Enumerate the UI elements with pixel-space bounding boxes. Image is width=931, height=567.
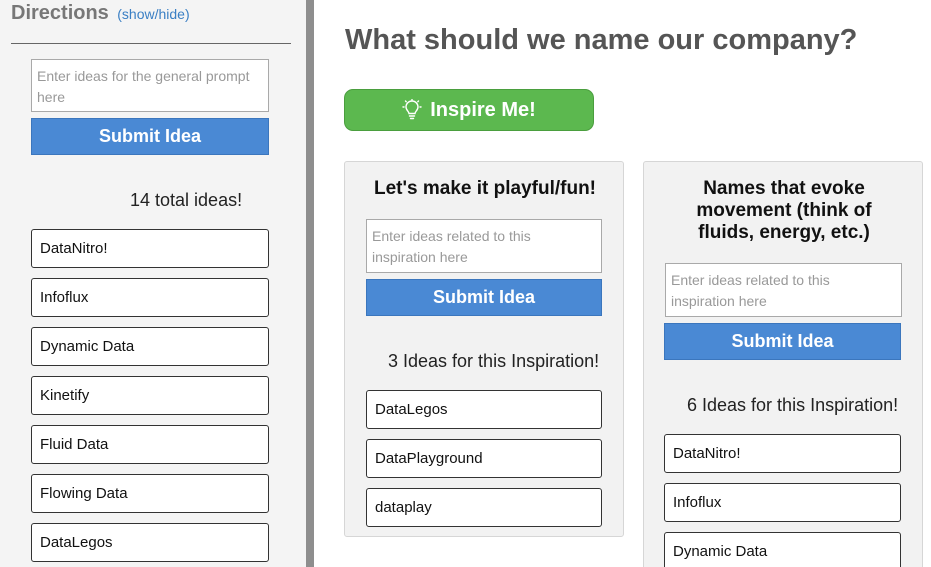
list-item[interactable]: Flowing Data xyxy=(31,474,269,513)
list-item[interactable]: dataplay xyxy=(366,488,602,527)
sidebar-resize-handle[interactable] xyxy=(306,0,314,567)
submit-idea-button[interactable]: Submit Idea xyxy=(366,279,602,316)
inspiration-card-playful: Let's make it playful/fun! Enter ideas r… xyxy=(344,161,624,537)
directions-title: Directions xyxy=(11,2,109,24)
list-item[interactable]: DataPlayground xyxy=(366,439,602,478)
submit-idea-button[interactable]: Submit Idea xyxy=(31,118,269,155)
card-title: Let's make it playful/fun! xyxy=(374,178,596,199)
directions-toggle-link[interactable]: (show/hide) xyxy=(117,6,189,22)
list-item[interactable]: DataNitro! xyxy=(31,229,269,268)
sidebar: Directions (show/hide) Enter ideas for t… xyxy=(0,0,306,567)
list-item[interactable]: DataLegos xyxy=(366,390,602,429)
submit-idea-button[interactable]: Submit Idea xyxy=(664,323,901,360)
general-prompt-input[interactable]: Enter ideas for the general prompt here xyxy=(31,59,269,112)
card-title: Names that evoke movement (think of flui… xyxy=(696,178,872,243)
inspire-me-button[interactable]: Inspire Me! xyxy=(344,89,594,131)
list-item[interactable]: Kinetify xyxy=(31,376,269,415)
directions-header: Directions (show/hide) xyxy=(11,2,190,25)
page-title: What should we name our company? xyxy=(345,24,858,56)
list-item[interactable]: DataLegos xyxy=(31,523,269,562)
inspiration-ideas-count: 6 Ideas for this Inspiration! xyxy=(687,395,899,415)
total-ideas-count: 14 total ideas! xyxy=(130,190,243,210)
lightbulb-icon xyxy=(402,99,422,120)
inspire-me-label: Inspire Me! xyxy=(430,98,536,121)
inspiration-idea-input[interactable]: Enter ideas related to this inspiration … xyxy=(665,263,902,317)
list-item[interactable]: Dynamic Data xyxy=(31,327,269,366)
inspiration-idea-input[interactable]: Enter ideas related to this inspiration … xyxy=(366,219,602,273)
directions-divider xyxy=(11,43,291,44)
list-item[interactable]: Infoflux xyxy=(31,278,269,317)
list-item[interactable]: Dynamic Data xyxy=(664,532,901,567)
list-item[interactable]: Infoflux xyxy=(664,483,901,522)
list-item[interactable]: Fluid Data xyxy=(31,425,269,464)
inspiration-card-movement: Names that evoke movement (think of flui… xyxy=(643,161,923,567)
list-item[interactable]: DataNitro! xyxy=(664,434,901,473)
inspiration-ideas-count: 3 Ideas for this Inspiration! xyxy=(388,351,600,371)
